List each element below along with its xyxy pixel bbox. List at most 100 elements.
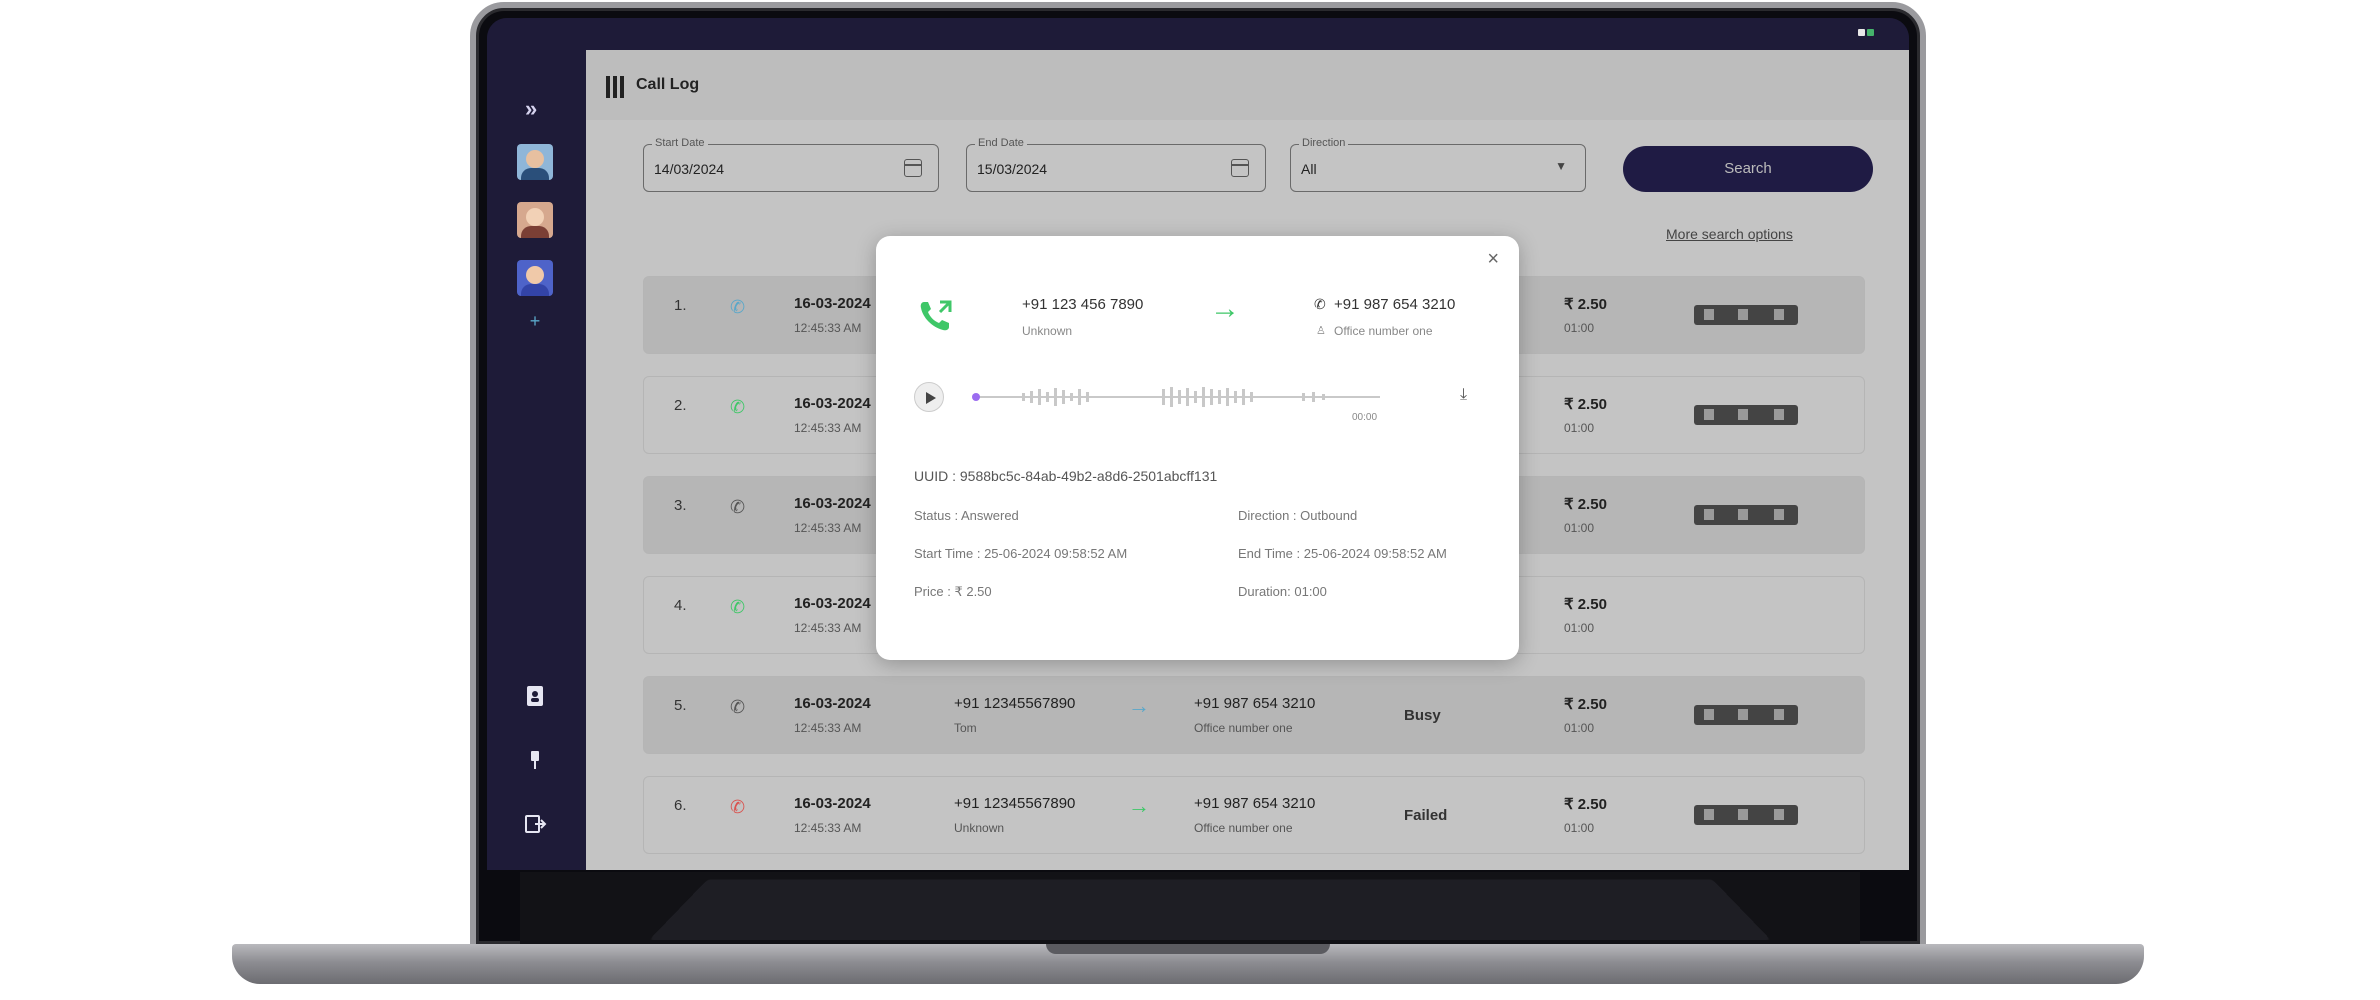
audio-time: 00:00 — [1352, 412, 1378, 423]
call-duration: 01:00 — [1564, 421, 1595, 435]
call-status: Status : Answered — [914, 508, 1019, 523]
status-bar — [487, 18, 1909, 50]
call-price: ₹ 2.50 — [1564, 796, 1607, 813]
call-time: 12:45:33 AM — [794, 521, 862, 535]
audio-player[interactable] — [1694, 805, 1798, 825]
audio-player[interactable] — [1694, 505, 1798, 525]
call-date: 16-03-2024 — [794, 495, 871, 512]
caller-label: Unknown — [954, 821, 1005, 835]
call-time: 12:45:33 AM — [794, 721, 862, 735]
call-price: ₹ 2.50 — [1564, 296, 1607, 313]
caller-number: +91 12345567890 — [954, 695, 1076, 712]
row-number: 3. — [674, 497, 687, 514]
callee-number: +91 987 654 3210 — [1194, 695, 1316, 712]
row-number: 5. — [674, 697, 687, 714]
call-duration: 01:00 — [1564, 821, 1595, 835]
avatar[interactable] — [517, 260, 553, 296]
call-detail-modal: × +91 123 456 7890 Unknown → ✆ +91 987 6… — [876, 236, 1519, 660]
row-number: 1. — [674, 297, 687, 314]
calendar-icon[interactable] — [1231, 159, 1249, 177]
phone-icon: ✆ — [1314, 296, 1326, 312]
call-price: ₹ 2.50 — [1564, 596, 1607, 613]
call-date: 16-03-2024 — [794, 695, 871, 712]
tray-icon[interactable] — [1857, 24, 1881, 42]
status-badge: Busy — [1404, 707, 1441, 724]
row-number: 2. — [674, 397, 687, 414]
table-row[interactable]: 6. ✆ 16-03-2024 12:45:33 AM +91 12345567… — [643, 776, 1865, 854]
phone-icon: ✆ — [730, 697, 746, 717]
start-date-label: Start Date — [652, 137, 708, 149]
avatar[interactable] — [517, 144, 553, 180]
call-date: 16-03-2024 — [794, 395, 871, 412]
audio-waveform[interactable] — [972, 384, 1382, 410]
audio-player[interactable] — [1694, 705, 1798, 725]
phone-icon: ✆ — [730, 297, 746, 317]
call-duration: 01:00 — [1564, 521, 1595, 535]
phone-outgoing-icon — [920, 300, 952, 331]
contacts-icon[interactable] — [523, 684, 547, 708]
callee-label: Office number one — [1194, 821, 1293, 835]
page-title: Call Log — [636, 76, 700, 93]
audio-player[interactable] — [1694, 305, 1798, 325]
callee-number: +91 987 654 3210 — [1334, 296, 1456, 313]
top-bar: Call Log — [586, 50, 1909, 120]
avatar[interactable] — [517, 202, 553, 238]
call-time: 12:45:33 AM — [794, 621, 862, 635]
call-duration: 01:00 — [1564, 721, 1595, 735]
call-date: 16-03-2024 — [794, 795, 871, 812]
end-date-value: 15/03/2024 — [977, 161, 1048, 177]
call-direction: Direction : Outbound — [1238, 508, 1358, 523]
table-row[interactable]: 5. ✆ 16-03-2024 12:45:33 AM +91 12345567… — [643, 676, 1865, 754]
phone-icon: ✆ — [730, 797, 746, 817]
user-icon: ♙ — [1316, 325, 1326, 337]
call-price: ₹ 2.50 — [1564, 696, 1607, 713]
more-search-options-link[interactable]: More search options — [1666, 226, 1793, 242]
arrow-right-icon: → — [1210, 292, 1240, 325]
call-date: 16-03-2024 — [794, 595, 871, 612]
expand-sidebar-icon[interactable]: » — [525, 96, 537, 122]
direction-select[interactable]: Direction All ▼ — [1290, 137, 1586, 192]
row-number: 6. — [674, 797, 687, 814]
call-time: 12:45:33 AM — [794, 321, 862, 335]
close-icon[interactable]: × — [1487, 248, 1499, 271]
callee-label: Office number one — [1334, 324, 1433, 338]
status-badge: Failed — [1404, 807, 1448, 824]
download-icon[interactable]: ⤓ — [1460, 386, 1467, 404]
call-time: 12:45:33 AM — [794, 421, 862, 435]
end-date-field[interactable]: End Date 15/03/2024 — [966, 137, 1266, 192]
call-date: 16-03-2024 — [794, 295, 871, 312]
chevron-down-icon: ▼ — [1555, 159, 1567, 173]
call-price: ₹ 2.50 — [1564, 396, 1607, 413]
call-uuid: UUID : 9588bc5c-84ab-49b2-a8d6-2501abcff… — [914, 468, 1218, 484]
add-icon[interactable]: + — [526, 312, 544, 330]
call-duration: 01:00 — [1564, 321, 1595, 335]
call-price: ₹ 2.50 — [1564, 496, 1607, 513]
row-number: 4. — [674, 597, 687, 614]
call-start-time: Start Time : 25-06-2024 09:58:52 AM — [914, 546, 1128, 561]
caller-label: Unknown — [1022, 324, 1073, 338]
call-duration: 01:00 — [1564, 621, 1595, 635]
direction-label: Direction — [1299, 137, 1349, 149]
calendar-icon[interactable] — [904, 159, 922, 177]
call-price: Price : ₹ 2.50 — [914, 584, 992, 599]
call-end-time: End Time : 25-06-2024 09:58:52 AM — [1238, 546, 1447, 561]
call-duration: Duration: 01:00 — [1238, 584, 1327, 599]
arrow-right-icon: → — [1128, 693, 1150, 718]
logout-icon[interactable] — [523, 812, 547, 836]
callee-number: +91 987 654 3210 — [1194, 795, 1316, 812]
sidebar: » + — [487, 50, 586, 870]
caller-number: +91 123 456 7890 — [1022, 296, 1144, 313]
play-button[interactable] — [914, 382, 944, 412]
laptop-notch — [1046, 944, 1330, 954]
audio-player[interactable] — [1694, 405, 1798, 425]
pin-icon[interactable] — [523, 748, 547, 772]
keyboard-keys — [649, 879, 1771, 940]
direction-value: All — [1301, 161, 1317, 177]
grid-icon — [606, 76, 626, 98]
callee-label: Office number one — [1194, 721, 1293, 735]
search-button[interactable]: Search — [1623, 146, 1873, 192]
start-date-field[interactable]: Start Date 14/03/2024 — [643, 137, 939, 192]
call-time: 12:45:33 AM — [794, 821, 862, 835]
phone-icon: ✆ — [730, 597, 746, 617]
caller-label: Tom — [954, 721, 977, 735]
